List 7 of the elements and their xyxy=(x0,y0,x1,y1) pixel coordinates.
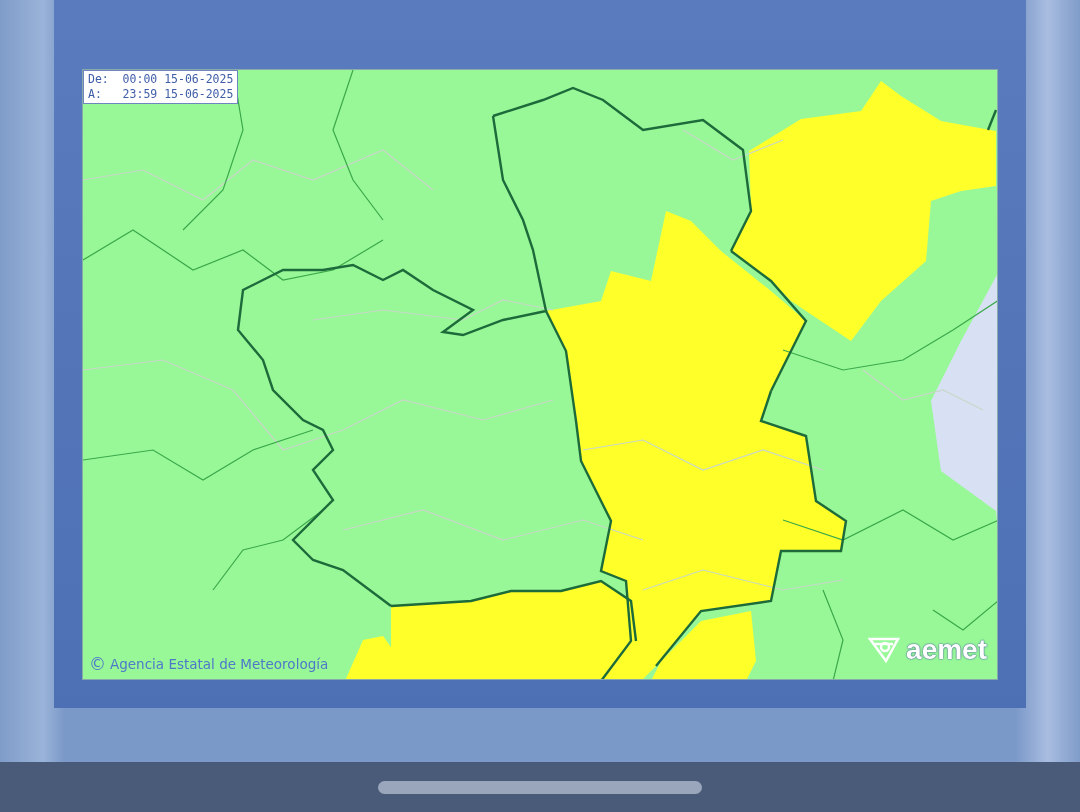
agency-logo-text: aemet xyxy=(906,636,987,664)
valid-to-text: A: 23:59 15-06-2025 xyxy=(88,87,234,102)
valid-from-text: De: 00:00 15-06-2025 xyxy=(88,72,234,87)
agency-credit-text: Agencia Estatal de Meteorología xyxy=(110,656,329,672)
logo-swirl-icon xyxy=(868,635,903,665)
home-indicator[interactable] xyxy=(378,780,702,794)
copyright-symbol: © xyxy=(89,655,106,673)
